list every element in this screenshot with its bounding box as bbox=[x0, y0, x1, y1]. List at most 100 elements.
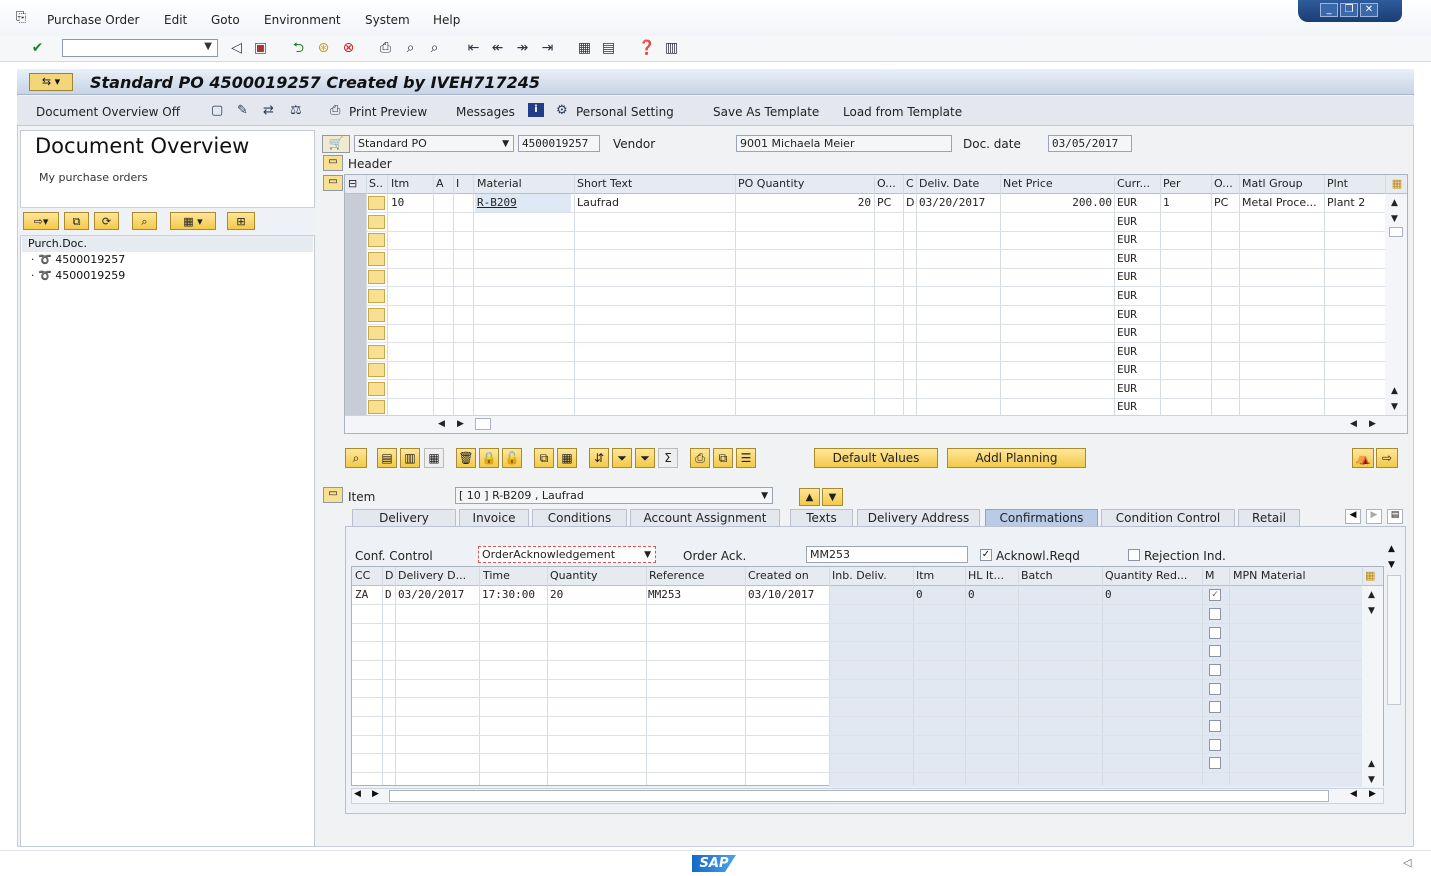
copy-icon[interactable]: ⧉ bbox=[64, 212, 89, 230]
back-icon[interactable]: ⮌ bbox=[290, 40, 307, 57]
deliv-date-cell[interactable]: 03/20/2017 bbox=[919, 194, 985, 212]
table-settings-icon[interactable]: ⊟ bbox=[348, 175, 357, 193]
reference-cell[interactable]: MM253 bbox=[648, 586, 681, 604]
status-cell[interactable] bbox=[368, 270, 385, 284]
tab-retail[interactable]: Retail bbox=[1238, 509, 1300, 526]
scroll-down-icon[interactable]: ▼ bbox=[1388, 560, 1395, 570]
time-cell[interactable]: 17:30:00 bbox=[482, 586, 535, 604]
copy-item-icon[interactable]: ⧉ bbox=[534, 448, 554, 468]
refresh-icon[interactable]: ⟳ bbox=[94, 212, 119, 230]
tab-texts[interactable]: Texts bbox=[790, 509, 853, 526]
item-number[interactable]: 10 bbox=[391, 194, 404, 212]
material-cell[interactable]: R-B209 bbox=[475, 194, 571, 212]
tab-delivery-address[interactable]: Delivery Address bbox=[857, 509, 980, 526]
menu-goto[interactable]: Goto bbox=[211, 13, 240, 27]
delivery-date-cell[interactable]: 03/20/2017 bbox=[398, 586, 464, 604]
cart-icon[interactable]: 🛒 bbox=[322, 135, 350, 153]
menu-environment[interactable]: Environment bbox=[264, 13, 341, 27]
delete-icon[interactable]: 🗑 bbox=[456, 448, 476, 468]
back-arrow-icon[interactable]: ◁ bbox=[228, 40, 245, 57]
m-checkbox[interactable] bbox=[1209, 757, 1221, 769]
exit-icon[interactable]: ⊛ bbox=[315, 40, 332, 57]
scroll-down-icon[interactable]: ▼ bbox=[1391, 398, 1398, 416]
col-item-cat[interactable]: I bbox=[456, 175, 459, 193]
col-inb-deliv[interactable]: Inb. Deliv. bbox=[832, 567, 887, 585]
m-checkbox[interactable] bbox=[1209, 720, 1221, 732]
tab-scroll-left-icon[interactable]: ◀ bbox=[1345, 509, 1361, 524]
po-quantity-cell[interactable]: 20 bbox=[738, 194, 871, 212]
menu-system[interactable]: System bbox=[365, 13, 410, 27]
col-plant[interactable]: Plnt bbox=[1327, 175, 1348, 193]
insert-row-icon[interactable]: ▥ bbox=[400, 448, 420, 468]
help-icon[interactable]: ❓ bbox=[638, 40, 655, 57]
addl-planning-button[interactable]: Addl Planning bbox=[947, 448, 1086, 468]
col-short-text[interactable]: Short Text bbox=[577, 175, 632, 193]
tree-item[interactable]: · ➰ 4500019257 bbox=[31, 252, 125, 268]
selection-variant-icon[interactable]: ⇨▾ bbox=[23, 212, 59, 230]
col-delivery-date[interactable]: Delivery D... bbox=[398, 567, 466, 585]
col-po-quantity[interactable]: PO Quantity bbox=[738, 175, 804, 193]
scroll-right-icon[interactable]: ▶ bbox=[372, 789, 379, 799]
scroll-right-icon[interactable]: ▶ bbox=[457, 415, 464, 433]
hierarchy-icon[interactable]: ⊞ bbox=[227, 212, 255, 230]
col-currency[interactable]: Curr... bbox=[1117, 175, 1150, 193]
menu-edit[interactable]: Edit bbox=[164, 13, 187, 27]
h-scroll-thumb[interactable] bbox=[475, 418, 491, 430]
order-price-unit-cell[interactable]: PC bbox=[1214, 194, 1228, 212]
col-m[interactable]: M bbox=[1205, 567, 1215, 585]
edit-icon[interactable]: ✎ bbox=[237, 103, 248, 119]
restore-icon[interactable]: ❐ bbox=[1340, 3, 1358, 17]
horizontal-scrollbar[interactable] bbox=[345, 415, 1407, 433]
info-icon[interactable]: i bbox=[528, 103, 544, 117]
menu-help[interactable]: Help bbox=[433, 13, 460, 27]
item-select[interactable]: [ 10 ] R-B209 , Laufrad ▼ bbox=[455, 487, 773, 504]
scroll-up-icon[interactable]: ▲ bbox=[1388, 544, 1395, 554]
status-cell[interactable] bbox=[368, 233, 385, 247]
enter-icon[interactable]: ✔ bbox=[29, 40, 46, 57]
status-cell[interactable] bbox=[368, 400, 385, 414]
tab-condition-control[interactable]: Condition Control bbox=[1101, 509, 1235, 526]
rejection-checkbox[interactable] bbox=[1128, 549, 1140, 561]
col-deliv-date[interactable]: Deliv. Date bbox=[919, 175, 979, 193]
status-cell[interactable] bbox=[368, 382, 385, 396]
basket-icon[interactable]: ⛺ bbox=[1352, 448, 1374, 468]
status-cell[interactable] bbox=[368, 215, 385, 229]
col-per[interactable]: Per bbox=[1163, 175, 1181, 193]
tab-account-assignment[interactable]: Account Assignment bbox=[630, 509, 780, 526]
detail-icon[interactable]: ⌕ bbox=[345, 448, 367, 468]
status-cell[interactable] bbox=[368, 363, 385, 377]
lock-icon[interactable]: 🔒 bbox=[479, 448, 499, 468]
doc-overview-off-button[interactable]: Document Overview Off bbox=[36, 105, 180, 119]
cc-cell[interactable]: ZA bbox=[355, 586, 368, 604]
tab-scroll-right-icon[interactable]: ▶ bbox=[1366, 509, 1382, 524]
default-values-button[interactable]: Default Values bbox=[814, 448, 938, 468]
minimize-icon[interactable]: _ bbox=[1320, 3, 1338, 17]
tab-confirmations[interactable]: Confirmations bbox=[985, 509, 1098, 526]
doc-type-select[interactable]: Standard PO ▼ bbox=[354, 135, 514, 152]
prev-item-icon[interactable]: ▲ bbox=[799, 488, 820, 506]
status-cell[interactable] bbox=[368, 326, 385, 340]
tab-invoice[interactable]: Invoice bbox=[459, 509, 529, 526]
first-page-icon[interactable]: ⇤ bbox=[465, 40, 482, 57]
acknowl-reqd-checkbox[interactable]: ✓ bbox=[980, 549, 992, 561]
col-net-price[interactable]: Net Price bbox=[1003, 175, 1053, 193]
col-created-on[interactable]: Created on bbox=[748, 567, 809, 585]
per-cell[interactable]: 1 bbox=[1163, 194, 1170, 212]
header-toggle-icon[interactable]: ▭ bbox=[323, 155, 343, 171]
status-cell[interactable] bbox=[368, 308, 385, 322]
column-config-icon[interactable]: ▦ bbox=[1365, 567, 1375, 585]
col-quantity-red[interactable]: Quantity Red... bbox=[1105, 567, 1187, 585]
status-cell[interactable] bbox=[368, 289, 385, 303]
add-row-icon[interactable]: ▤ bbox=[377, 448, 397, 468]
shortcut-icon[interactable]: ▤ bbox=[600, 40, 617, 57]
tab-conditions[interactable]: Conditions bbox=[532, 509, 627, 526]
date-cat-cell[interactable]: D bbox=[906, 194, 914, 212]
pane-scroll-thumb[interactable] bbox=[1387, 575, 1401, 705]
status-cell[interactable] bbox=[368, 196, 385, 210]
col-date-cat[interactable]: C bbox=[906, 175, 914, 193]
column-config-icon[interactable]: ▦ bbox=[1388, 175, 1406, 193]
d-cell[interactable]: D bbox=[385, 586, 392, 604]
status-cell[interactable] bbox=[368, 345, 385, 359]
unlock-icon[interactable]: 🔓 bbox=[502, 448, 522, 468]
next-item-icon[interactable]: ▼ bbox=[822, 488, 843, 506]
